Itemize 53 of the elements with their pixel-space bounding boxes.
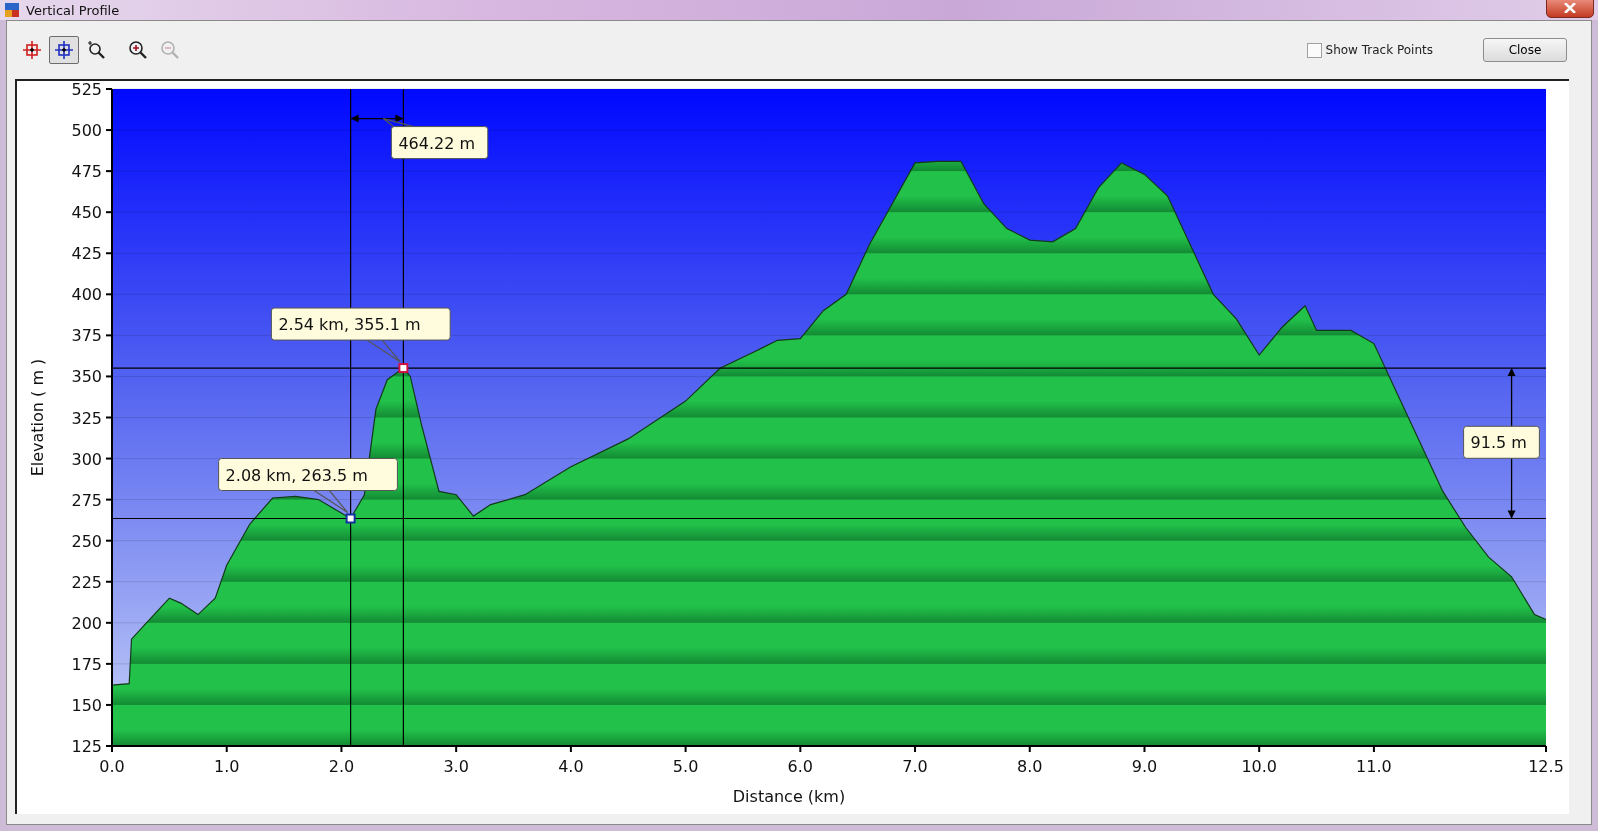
x-tick-label: 3.0	[443, 757, 469, 776]
y-tick-label: 375	[71, 326, 102, 346]
y-tick-label: 425	[71, 244, 102, 264]
x-tick-label: 10.0	[1241, 757, 1277, 776]
annotation: 2.08 km, 263.5 m	[225, 465, 368, 485]
zoom-in-icon	[128, 40, 148, 60]
crosshair-icon	[22, 40, 42, 60]
y-tick-label: 450	[71, 203, 102, 223]
x-tick-label: 7.0	[902, 757, 928, 776]
x-tick-label: 9.0	[1131, 757, 1158, 776]
point-callout: 2.08 km, 263.5 m	[218, 458, 398, 514]
x-tick-label: 1.0	[214, 757, 240, 776]
window-title: Vertical Profile	[26, 2, 121, 18]
x-tick-label: 0.0	[99, 757, 125, 776]
y-tick-label: 200	[71, 613, 102, 633]
y-tick-label: 325	[71, 408, 102, 428]
y-tick-label: 175	[71, 654, 102, 674]
y-tick-label: 250	[71, 531, 102, 551]
zoom-out-icon	[160, 40, 180, 60]
y-tick-label: 225	[71, 572, 102, 592]
y-tick-label: 350	[71, 367, 102, 387]
point-callout: 2.54 km, 355.1 m	[270, 307, 451, 363]
toolbar-tool-button[interactable]	[49, 36, 79, 64]
x-tick-label: 8.0	[1017, 757, 1043, 776]
zoom-area-icon	[86, 40, 106, 60]
y-tick-label: 150	[71, 695, 102, 715]
show-track-points-checkbox[interactable]: Show Track Points	[1306, 42, 1433, 58]
x-tick-label: 5.0	[672, 757, 699, 776]
close-window-button[interactable]	[1546, 0, 1594, 18]
y-tick-label: 275	[71, 490, 102, 510]
x-tick-label: 12.5	[1528, 757, 1564, 776]
y-axis-title: Elevation ( m )	[28, 358, 47, 477]
x-tick-label: 6.0	[787, 757, 814, 776]
y-tick-label: 125	[71, 737, 102, 756]
annotation: 2.54 km, 355.1 m	[278, 315, 421, 335]
x-tick-label: 11.0	[1356, 757, 1392, 776]
point-marker	[398, 363, 409, 374]
x-tick-label: 2.0	[328, 757, 355, 776]
y-tick-label: 525	[71, 81, 102, 99]
distance-callout: 464.22 m	[382, 117, 489, 160]
y-tick-label: 400	[71, 285, 102, 305]
close-icon	[1564, 3, 1576, 13]
point-marker	[345, 513, 356, 524]
distance-arrow	[349, 114, 405, 123]
y-tick-label: 300	[71, 449, 102, 469]
x-axis-title: Distance (km)	[732, 787, 846, 806]
crosshair-icon	[54, 40, 74, 60]
x-tick-label: 4.0	[558, 757, 584, 776]
height-callout: 91.5 m	[1463, 425, 1540, 459]
close-button[interactable]: Close	[1483, 38, 1567, 62]
y-tick-label: 475	[71, 162, 102, 182]
app-icon	[4, 2, 20, 18]
y-tick-label: 500	[71, 121, 102, 141]
